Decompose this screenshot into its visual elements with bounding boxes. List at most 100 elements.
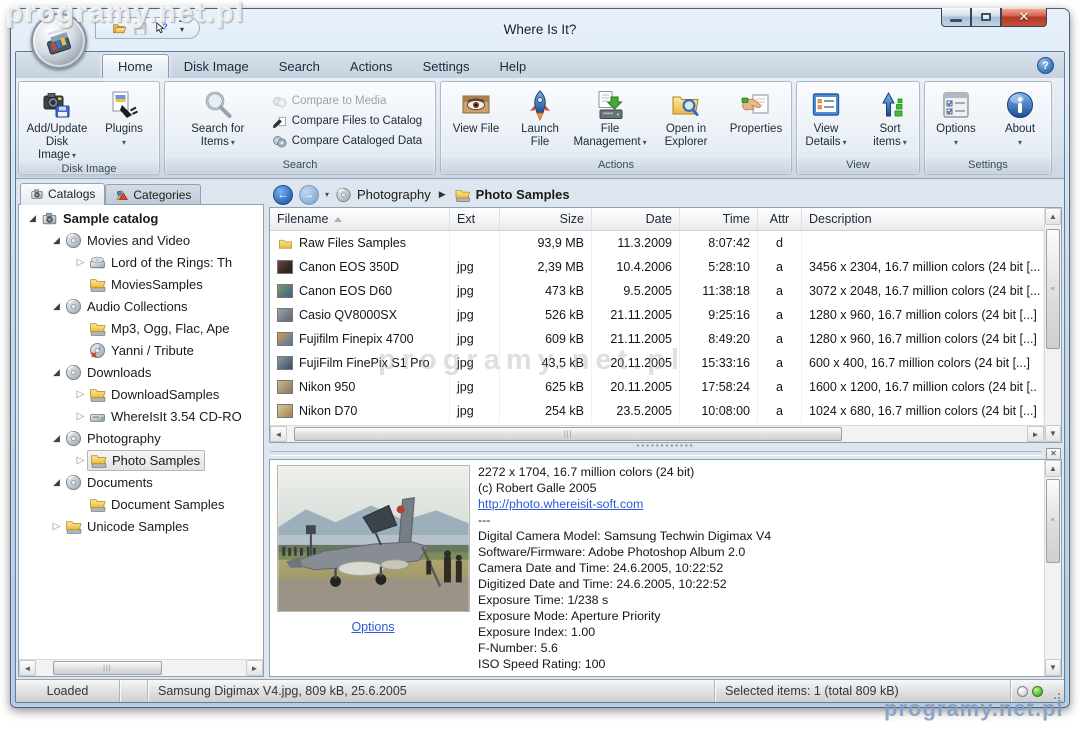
breadcrumb-item-photography[interactable]: Photography <box>335 187 431 203</box>
column-header-date[interactable]: Date <box>592 208 680 230</box>
preview-options-link[interactable]: Options <box>351 620 394 634</box>
file-list-vertical-scrollbar[interactable]: ▲ ≡ ▼ <box>1044 208 1061 442</box>
compare-files-to-catalog-button[interactable]: Compare Files to Catalog <box>268 113 426 130</box>
scroll-up-icon[interactable]: ▲ <box>1045 208 1061 225</box>
breadcrumb-item-photo-samples[interactable]: Photo Samples <box>454 187 570 203</box>
view-file-button[interactable]: View File <box>445 84 507 158</box>
tab-actions[interactable]: Actions <box>335 55 408 78</box>
tree-item-downloadsamples[interactable]: ▷ DownloadSamples <box>19 383 263 405</box>
scroll-down-icon[interactable]: ▼ <box>1045 425 1061 442</box>
preview-splitter-bar[interactable]: ✕ <box>269 448 1062 459</box>
tree-expanded-icon[interactable]: ◢ <box>25 213 40 224</box>
application-menu-button[interactable] <box>31 13 87 69</box>
scroll-left-icon[interactable]: ◄ <box>270 426 287 442</box>
tree-item-audio-collections[interactable]: ◢ Audio Collections <box>19 295 263 317</box>
preview-url-link[interactable]: http://photo.whereisit-soft.com <box>478 496 1038 512</box>
table-row-raw-files-samples[interactable]: Raw Files Samples 93,9 MB 11.3.2009 8:07… <box>270 231 1044 255</box>
launch-file-button[interactable]: Launch File <box>509 84 571 158</box>
table-row-canon-eos-350d[interactable]: Canon EOS 350D jpg 2,39 MB 10.4.2006 5:2… <box>270 255 1044 279</box>
tree-item-moviessamples[interactable]: MoviesSamples <box>19 273 263 295</box>
tree-item-unicode-samples[interactable]: ▷ Unicode Samples <box>19 515 263 537</box>
tree-item-whereisit-cdrom[interactable]: ▷ WhereIsIt 3.54 CD-RO <box>19 405 263 427</box>
table-row-nikon-950[interactable]: Nikon 950 jpg 625 kB 20.11.2005 17:58:24… <box>270 375 1044 399</box>
about-button[interactable]: About▾ <box>989 84 1051 158</box>
tree-item-photo-samples[interactable]: ▷ Photo Samples <box>19 449 263 471</box>
file-list-horizontal-scrollbar[interactable]: ◄ ||| ► <box>270 425 1044 442</box>
tab-disk-image[interactable]: Disk Image <box>169 55 264 78</box>
close-preview-icon[interactable]: ✕ <box>1046 448 1061 460</box>
compare-to-media-button[interactable]: Compare to Media <box>268 93 426 110</box>
history-dropdown-icon[interactable]: ▾ <box>325 190 329 199</box>
tree-collapsed-icon[interactable]: ▷ <box>49 521 64 532</box>
sidebar-horizontal-scrollbar[interactable]: ◄ ||| ► <box>19 659 263 676</box>
search-for-items-button[interactable]: Search for Items▾ <box>174 84 262 158</box>
file-management-button[interactable]: File Management▾ <box>573 84 647 158</box>
scroll-right-icon[interactable]: ► <box>1027 426 1044 442</box>
options-button[interactable]: Options▾ <box>925 84 987 158</box>
tree-item-yanni-tribute[interactable]: Yanni / Tribute <box>19 339 263 361</box>
tab-catalogs[interactable]: Catalogs <box>20 183 105 205</box>
catalog-tree-panel: ◢ Sample catalog ◢ Movies and Video ▷ <box>18 204 264 677</box>
column-header-ext[interactable]: Ext <box>450 208 500 230</box>
scrollbar-thumb[interactable]: ||| <box>53 661 162 675</box>
column-header-size[interactable]: Size <box>500 208 592 230</box>
title-bar[interactable]: ▔▾ Where Is It? ✕ <box>15 9 1065 51</box>
properties-button[interactable]: Properties <box>725 84 787 158</box>
table-row-fujifilm-finepix-4700[interactable]: Fujifilm Finepix 4700 jpg 609 kB 21.11.2… <box>270 327 1044 351</box>
column-header-time[interactable]: Time <box>680 208 758 230</box>
maximize-button[interactable] <box>971 8 1001 27</box>
tree-item-photography[interactable]: ◢ Photography <box>19 427 263 449</box>
tab-home[interactable]: Home <box>102 54 169 78</box>
tab-search[interactable]: Search <box>264 55 335 78</box>
sort-items-button[interactable]: Sort items▾ <box>859 84 921 158</box>
forward-button[interactable]: → <box>299 185 319 205</box>
back-button[interactable]: ← <box>273 185 293 205</box>
table-row-canon-eos-d60[interactable]: Canon EOS D60 jpg 473 kB 9.5.2005 11:38:… <box>270 279 1044 303</box>
column-header-attr[interactable]: Attr <box>758 208 802 230</box>
tree-item-downloads[interactable]: ◢ Downloads <box>19 361 263 383</box>
camera-icon <box>30 187 44 201</box>
preview-photo-f16-jet[interactable] <box>277 465 470 612</box>
tree-item-sample-catalog[interactable]: ◢ Sample catalog <box>19 207 263 229</box>
column-header-description[interactable]: Description <box>802 208 1044 230</box>
scrollbar-thumb[interactable]: ≡ <box>1046 229 1060 349</box>
tree-expanded-icon[interactable]: ◢ <box>49 477 64 488</box>
table-row-nikon-d70[interactable]: Nikon D70 jpg 254 kB 23.5.2005 10:08:00 … <box>270 399 1044 423</box>
table-row-casio-qv8000sx[interactable]: Casio QV8000SX jpg 526 kB 21.11.2005 9:2… <box>270 303 1044 327</box>
tree-collapsed-icon[interactable]: ▷ <box>73 257 88 268</box>
scroll-right-icon[interactable]: ► <box>246 660 263 676</box>
open-in-explorer-button[interactable]: Open in Explorer <box>649 84 723 158</box>
scrollbar-thumb[interactable]: ||| <box>294 427 842 441</box>
table-row-fujifilm-finepix-s1-pro[interactable]: FujiFilm FinePix S1 Pro jpg 43,5 kB 20.1… <box>270 351 1044 375</box>
tree-item-document-samples[interactable]: Document Samples <box>19 493 263 515</box>
tree-item-documents[interactable]: ◢ Documents <box>19 471 263 493</box>
help-button[interactable]: ? <box>1037 57 1054 74</box>
plugins-button[interactable]: Plugins▾ <box>93 84 155 162</box>
minimize-button[interactable] <box>941 8 971 27</box>
tree-expanded-icon[interactable]: ◢ <box>49 235 64 246</box>
tree-item-mp3-ogg-flac-ape[interactable]: Mp3, Ogg, Flac, Ape <box>19 317 263 339</box>
tree-item-movies-and-video[interactable]: ◢ Movies and Video <box>19 229 263 251</box>
scroll-down-icon[interactable]: ▼ <box>1045 659 1061 676</box>
tree-expanded-icon[interactable]: ◢ <box>49 433 64 444</box>
tab-help[interactable]: Help <box>485 55 542 78</box>
add-update-disk-image-button[interactable]: Add/Update Disk Image▾ <box>23 84 91 162</box>
scrollbar-thumb[interactable]: ≡ <box>1046 479 1060 563</box>
preview-vertical-scrollbar[interactable]: ▲ ≡ ▼ <box>1044 460 1061 676</box>
resize-grip[interactable] <box>1049 688 1062 701</box>
scroll-up-icon[interactable]: ▲ <box>1045 460 1061 477</box>
tree-collapsed-icon[interactable]: ▷ <box>73 411 88 422</box>
close-button[interactable]: ✕ <box>1001 8 1047 27</box>
tree-expanded-icon[interactable]: ◢ <box>49 367 64 378</box>
tree-item-lord-of-the-rings[interactable]: ▷ Lord of the Rings: Th <box>19 251 263 273</box>
tab-categories[interactable]: Categories <box>105 184 201 205</box>
view-details-button[interactable]: View Details▾ <box>795 84 857 158</box>
compare-cataloged-data-button[interactable]: Compare Cataloged Data <box>268 133 426 150</box>
tree-collapsed-icon[interactable]: ▷ <box>73 389 88 400</box>
tab-settings[interactable]: Settings <box>408 55 485 78</box>
tree-collapsed-icon[interactable]: ▷ <box>73 455 88 466</box>
column-header-filename[interactable]: Filename <box>270 208 450 230</box>
tree-expanded-icon[interactable]: ◢ <box>49 301 64 312</box>
properties-label: Properties <box>730 123 782 135</box>
scroll-left-icon[interactable]: ◄ <box>19 660 36 676</box>
